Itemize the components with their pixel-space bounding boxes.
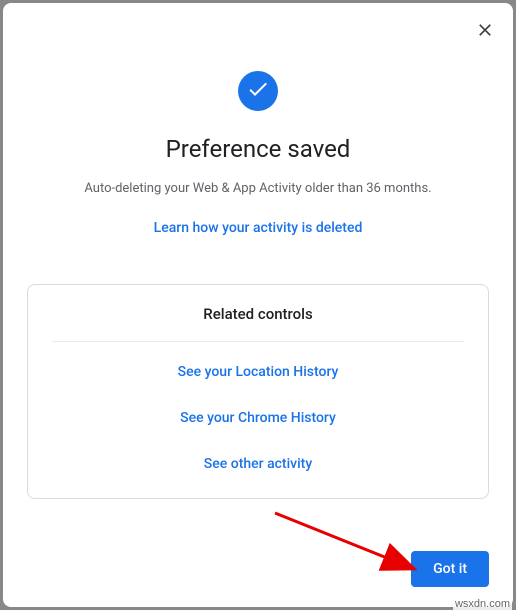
other-activity-link[interactable]: See other activity [204,456,312,472]
watermark: wsxdn.com [453,598,512,610]
related-controls-card: Related controls See your Location Histo… [27,284,489,499]
card-links: See your Location History See your Chrom… [52,364,464,472]
learn-link[interactable]: Learn how your activity is deleted [154,220,363,236]
location-history-link[interactable]: See your Location History [178,364,339,380]
close-icon [475,20,495,43]
dialog-subtitle: Auto-deleting your Web & App Activity ol… [84,181,431,196]
close-button[interactable] [471,17,499,45]
dialog-title: Preference saved [166,135,351,163]
preference-saved-dialog: Preference saved Auto-deleting your Web … [3,3,513,607]
card-title: Related controls [52,305,464,342]
got-it-button[interactable]: Got it [411,551,489,587]
dialog-footer: Got it [27,539,489,587]
checkmark-icon [246,77,270,105]
check-badge [238,71,278,111]
chrome-history-link[interactable]: See your Chrome History [180,410,336,426]
dialog-content: Preference saved Auto-deleting your Web … [27,23,489,539]
